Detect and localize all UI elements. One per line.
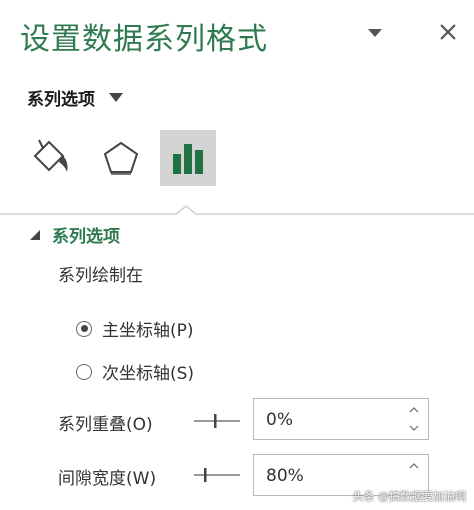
radio-primary-axis-label: 主坐标轴(P): [102, 321, 194, 341]
series-overlap-input[interactable]: [264, 407, 398, 433]
chevron-down-icon: [409, 425, 419, 431]
radio-secondary-axis-control[interactable]: [76, 363, 92, 380]
chevron-down-icon: [368, 29, 382, 37]
gap-width-input[interactable]: [264, 463, 398, 489]
series-overlap-label: 系列重叠(O): [58, 415, 153, 435]
series-overlap-slider[interactable]: [194, 411, 240, 431]
tab-effects[interactable]: [96, 130, 146, 186]
watermark: 头条 @搞数据要加油啊: [352, 490, 467, 503]
tab-series-options[interactable]: [160, 130, 216, 186]
tab-divider: [0, 205, 474, 215]
collapse-triangle-icon: [30, 229, 40, 240]
radio-secondary-axis[interactable]: 次坐标轴(S): [76, 359, 194, 384]
spin-up-button[interactable]: [406, 403, 422, 417]
chevron-up-icon: [409, 407, 419, 413]
section-series-options-header[interactable]: 系列选项: [30, 222, 120, 247]
chevron-up-icon: [409, 463, 419, 469]
series-options-menu[interactable]: 系列选项: [27, 85, 123, 110]
radio-primary-axis-control[interactable]: [76, 320, 92, 337]
gap-width-label: 间隙宽度(W): [58, 469, 157, 489]
spin-down-button[interactable]: [406, 421, 422, 435]
close-button[interactable]: [434, 18, 462, 46]
pane-options-dropdown[interactable]: [362, 22, 388, 44]
section-title: 系列选项: [52, 227, 120, 247]
pentagon-icon: [103, 141, 139, 175]
gap-width-slider[interactable]: [194, 465, 240, 485]
radio-primary-axis[interactable]: 主坐标轴(P): [76, 316, 194, 341]
bar-chart-icon: [173, 144, 203, 174]
caret-down-icon: [109, 92, 123, 102]
spin-up-button[interactable]: [406, 459, 422, 473]
tab-fill-line[interactable]: [26, 130, 76, 186]
paint-bucket-icon: [33, 139, 68, 172]
plot-series-on-label: 系列绘制在: [58, 266, 143, 286]
series-options-menu-label: 系列选项: [27, 89, 95, 110]
pane-title: 设置数据系列格式: [20, 22, 268, 57]
radio-secondary-axis-label: 次坐标轴(S): [102, 364, 195, 384]
series-overlap-spinbox[interactable]: [253, 398, 429, 440]
close-icon: [440, 24, 456, 40]
